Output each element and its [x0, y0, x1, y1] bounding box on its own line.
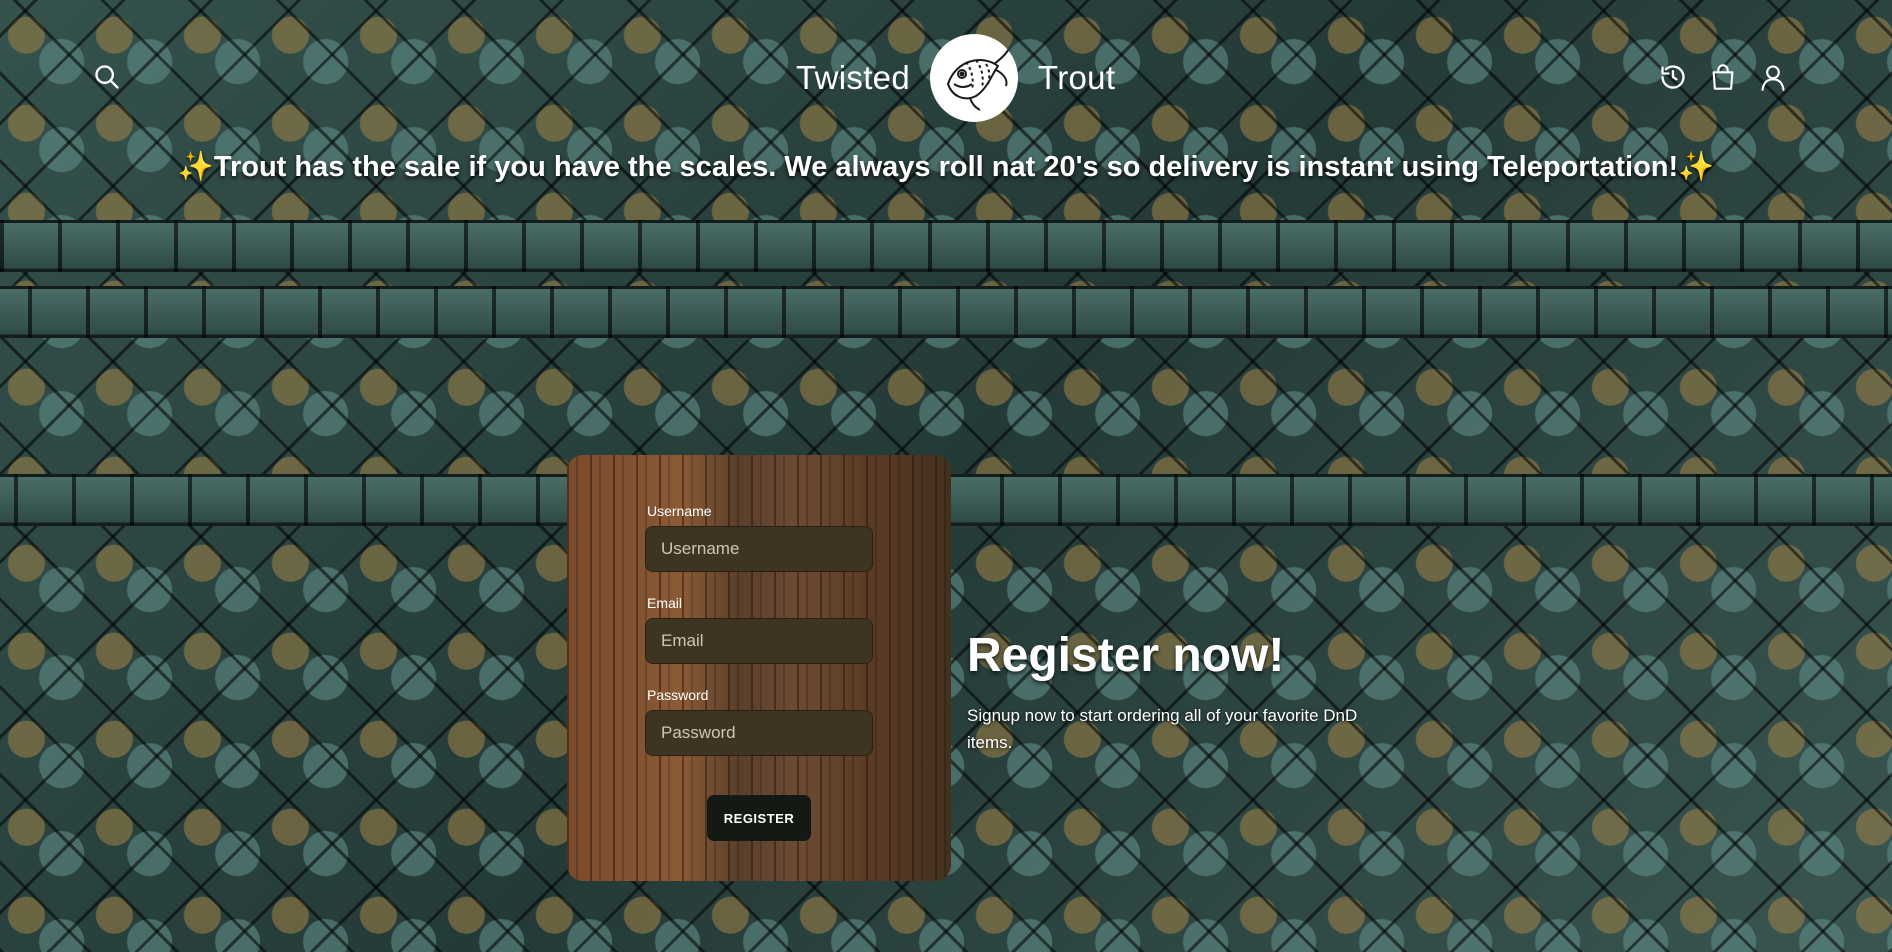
search-icon — [95, 65, 119, 89]
email-input[interactable] — [645, 618, 873, 664]
trout-logo — [929, 34, 1018, 122]
password-input[interactable] — [645, 710, 873, 756]
background-brick-band — [0, 286, 1892, 338]
sparkles-icon: ✨ — [1678, 151, 1715, 183]
shopping-bag-icon — [1712, 64, 1734, 90]
background-brick-band — [0, 220, 1892, 272]
sparkles-icon: ✨ — [177, 151, 214, 183]
email-field-group: Email — [645, 595, 873, 664]
announcement-text: Trout has the sale if you have the scale… — [213, 151, 1679, 183]
announcement-banner: ✨Trout has the sale if you have the scal… — [0, 150, 1892, 184]
username-input[interactable] — [645, 526, 873, 572]
brand-name-right: Trout — [1037, 59, 1116, 96]
user-icon — [1761, 65, 1785, 91]
register-form: Username Email Password REGISTER — [567, 455, 951, 881]
site-header: Twisted Trout — [0, 0, 1892, 150]
email-label: Email — [647, 595, 683, 611]
cart-button[interactable] — [1706, 60, 1740, 94]
register-button[interactable]: REGISTER — [707, 795, 811, 841]
register-promo: Register now! Signup now to start orderi… — [967, 622, 1367, 756]
fish-icon — [946, 49, 1009, 111]
brand-name-left: Twisted — [796, 59, 910, 96]
search-button[interactable] — [90, 60, 124, 94]
history-icon — [1661, 65, 1685, 89]
password-label: Password — [647, 687, 709, 703]
username-field-group: Username — [645, 503, 873, 572]
brand-logo-link[interactable]: Twisted Trout — [796, 32, 1115, 124]
order-history-button[interactable] — [1656, 60, 1690, 94]
account-button[interactable] — [1756, 60, 1790, 94]
username-label: Username — [647, 503, 712, 519]
password-field-group: Password — [645, 687, 873, 756]
promo-description: Signup now to start ordering all of your… — [967, 706, 1358, 752]
promo-heading: Register now! — [967, 629, 1285, 682]
